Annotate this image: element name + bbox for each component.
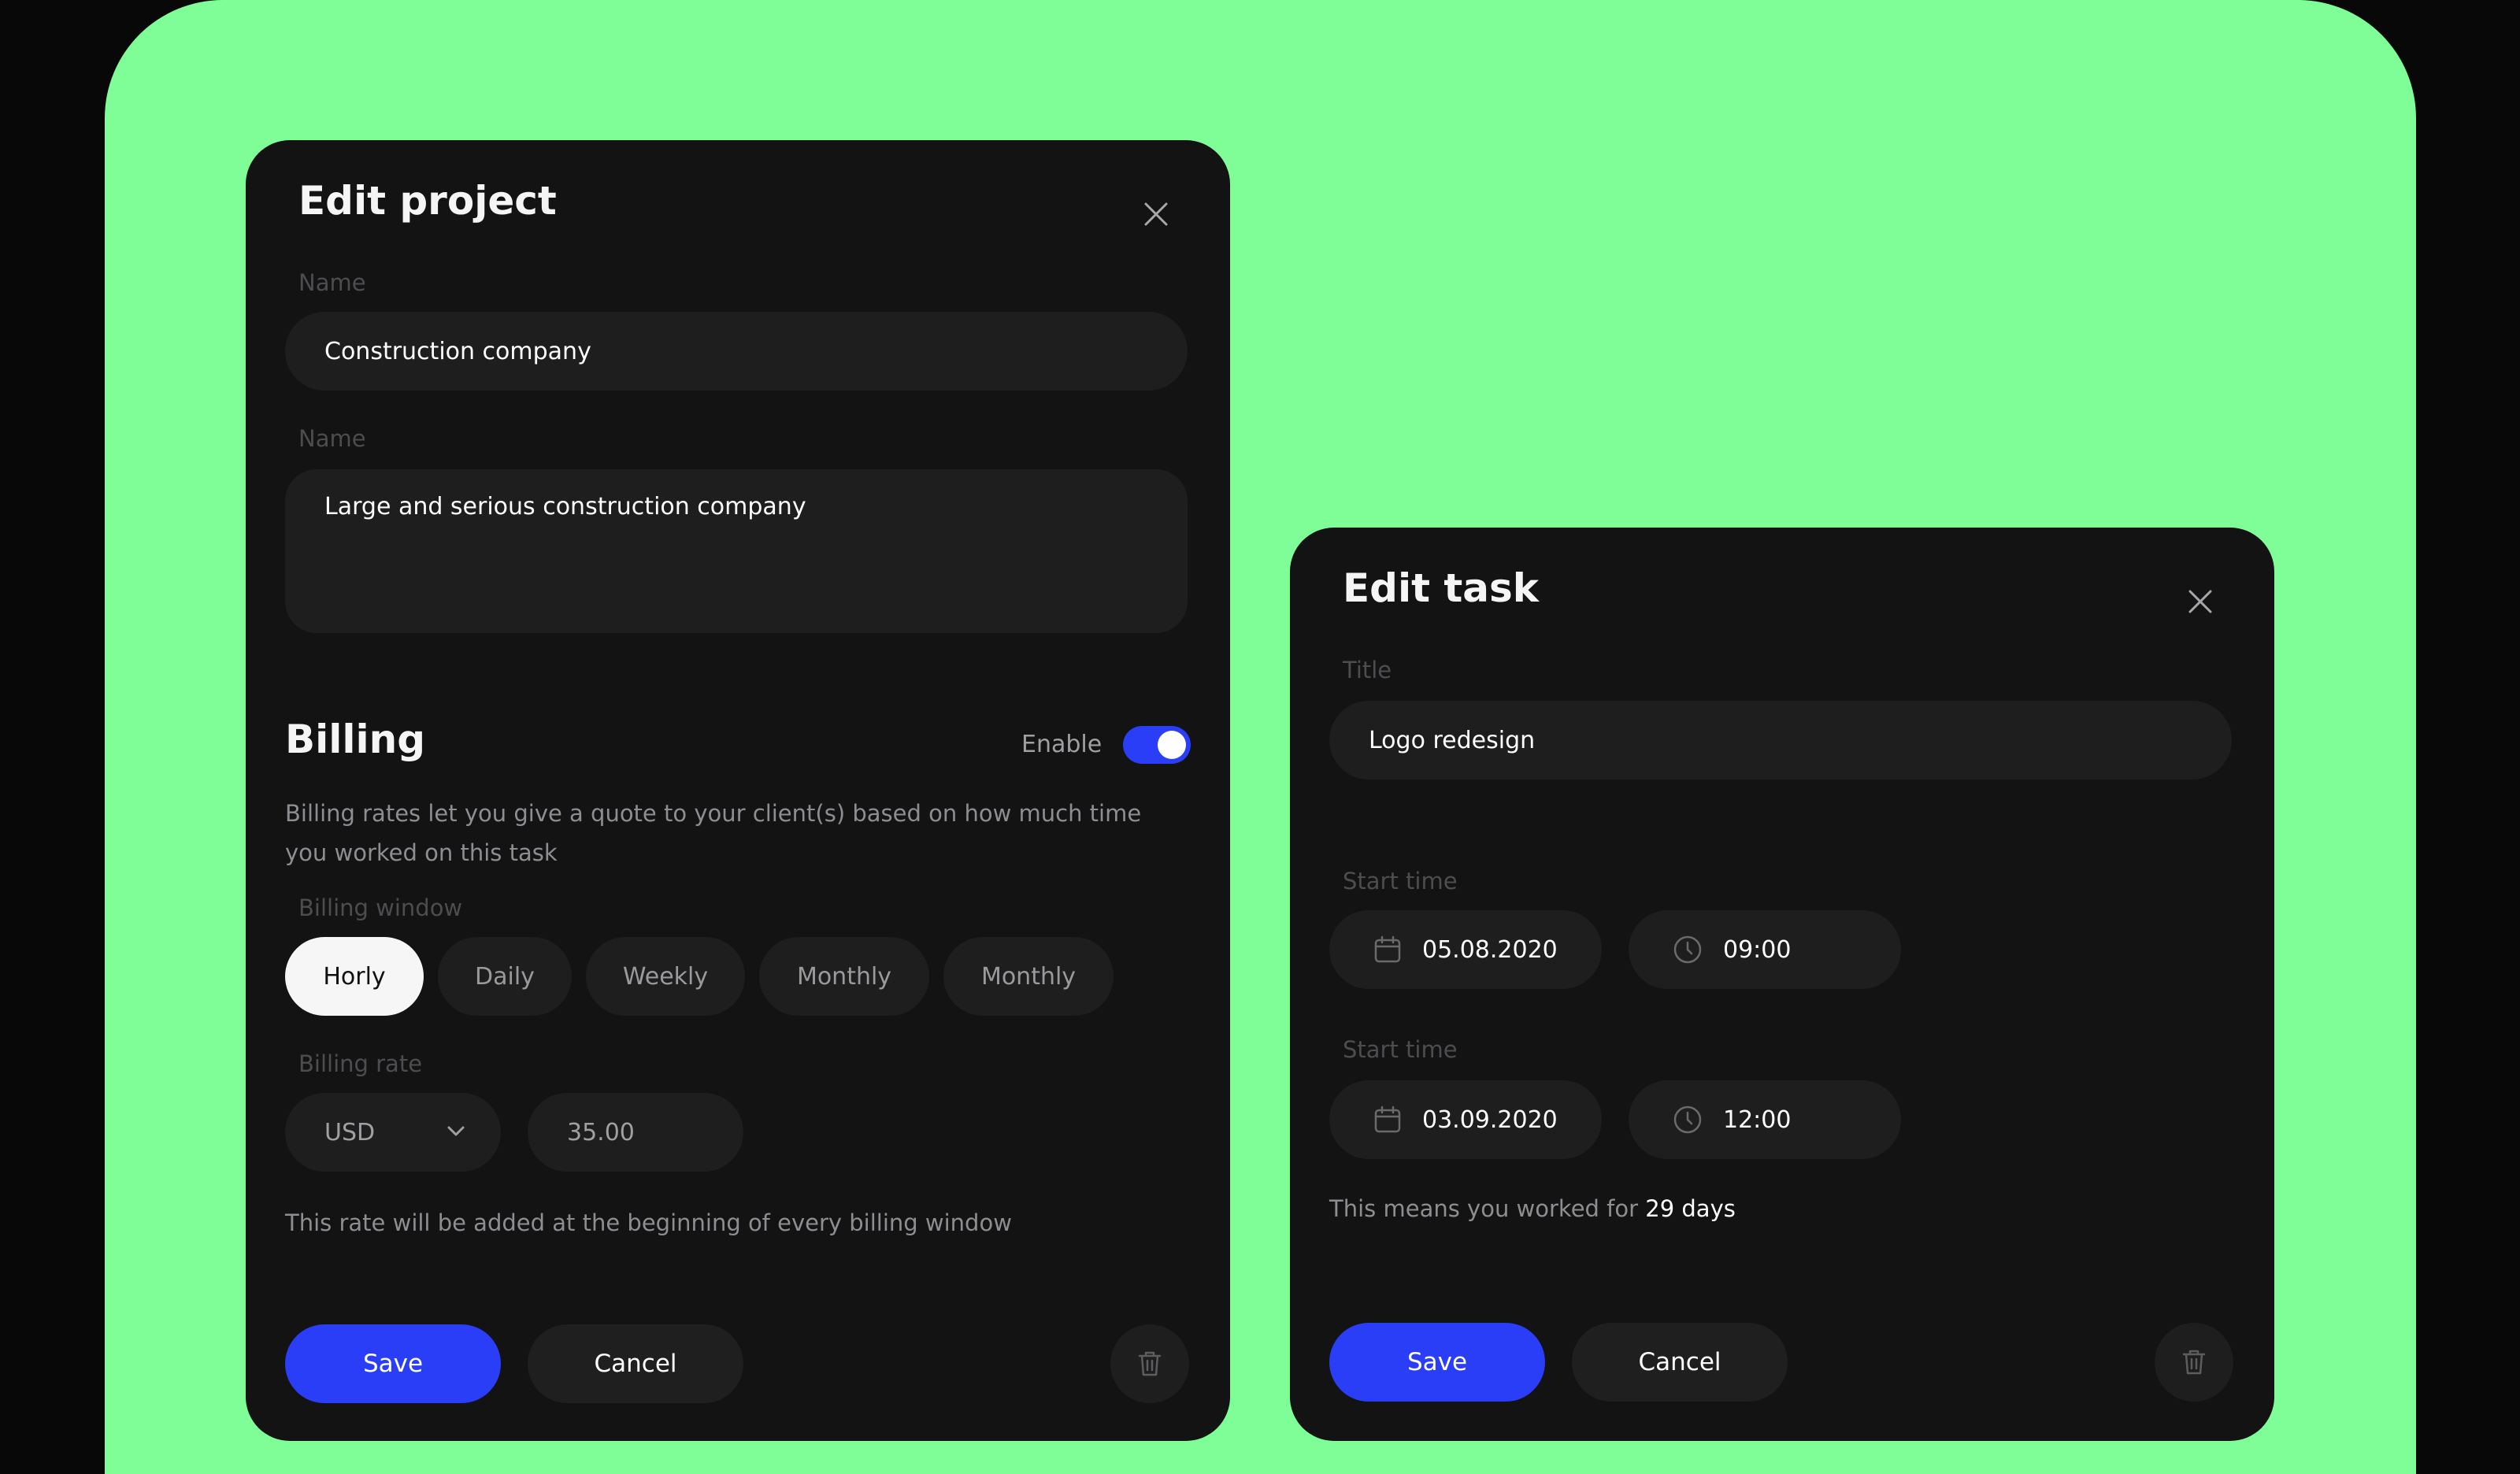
currency-value: USD: [324, 1118, 376, 1146]
toggle-knob: [1158, 731, 1186, 759]
modal-title: Edit project: [298, 178, 557, 224]
currency-select[interactable]: USD: [285, 1093, 501, 1172]
window-option-weekly[interactable]: Weekly: [586, 937, 745, 1016]
billing-rate-label: Billing rate: [298, 1050, 423, 1077]
end-date-value: 03.09.2020: [1422, 1106, 1558, 1134]
title-input-value: Logo redesign: [1369, 726, 1536, 754]
name-input-value: Construction company: [324, 337, 591, 365]
duration-prefix: This means you worked for: [1329, 1195, 1646, 1222]
delete-button[interactable]: [2155, 1323, 2233, 1402]
start-date-field[interactable]: 05.08.2020: [1329, 910, 1602, 989]
window-option-monthly[interactable]: Monthly: [759, 937, 929, 1016]
description-value: Large and serious construction company: [324, 493, 806, 520]
modal-title: Edit task: [1343, 565, 1540, 611]
cancel-button[interactable]: Cancel: [528, 1324, 743, 1403]
title-label: Title: [1343, 657, 1392, 683]
calendar-icon: [1374, 1106, 1401, 1133]
end-time-field[interactable]: 12:00: [1629, 1080, 1901, 1159]
chevron-down-icon: [447, 1126, 465, 1136]
end-time-label: Start time: [1343, 1036, 1458, 1063]
save-button[interactable]: Save: [1329, 1323, 1545, 1402]
delete-button[interactable]: [1110, 1324, 1189, 1403]
window-option-monthly-2[interactable]: Monthly: [943, 937, 1114, 1016]
cancel-button[interactable]: Cancel: [1572, 1323, 1788, 1402]
title-input[interactable]: Logo redesign: [1329, 701, 2232, 780]
name-input[interactable]: Construction company: [285, 312, 1188, 391]
end-date-field[interactable]: 03.09.2020: [1329, 1080, 1602, 1159]
description-textarea[interactable]: Large and serious construction company: [285, 469, 1188, 633]
billing-window-label: Billing window: [298, 894, 463, 921]
start-time-field[interactable]: 09:00: [1629, 910, 1901, 989]
close-icon: [1144, 202, 1168, 226]
trash-icon: [2182, 1350, 2206, 1375]
edit-project-modal: Edit project Name Construction company N…: [246, 140, 1230, 1441]
rate-value: 35.00: [567, 1118, 635, 1146]
billing-title: Billing: [285, 717, 426, 762]
billing-note: This rate will be added at the beginning…: [285, 1209, 1012, 1236]
description-label: Name: [298, 425, 366, 452]
window-option-hourly[interactable]: Horly: [285, 937, 424, 1016]
trash-icon: [1138, 1351, 1162, 1376]
edit-task-modal: Edit task Title Logo redesign Start time…: [1290, 528, 2274, 1441]
duration-value: 29 days: [1645, 1195, 1736, 1222]
end-time-value: 12:00: [1723, 1106, 1792, 1134]
rate-input[interactable]: 35.00: [528, 1093, 743, 1172]
start-time-value: 09:00: [1723, 935, 1792, 964]
billing-description: Billing rates let you give a quote to yo…: [285, 800, 1142, 866]
close-icon: [2188, 590, 2212, 613]
save-button[interactable]: Save: [285, 1324, 501, 1403]
clock-icon: [1673, 1106, 1702, 1134]
close-button[interactable]: [1137, 195, 1175, 233]
enable-label: Enable: [1021, 731, 1102, 758]
billing-enable-toggle[interactable]: [1123, 726, 1191, 764]
start-time-label: Start time: [1343, 868, 1458, 894]
calendar-icon: [1374, 935, 1401, 963]
window-option-daily[interactable]: Daily: [438, 937, 572, 1016]
start-date-value: 05.08.2020: [1422, 935, 1558, 964]
duration-summary: This means you worked for 29 days: [1329, 1189, 1736, 1228]
close-button[interactable]: [2181, 583, 2219, 620]
clock-icon: [1673, 935, 1702, 964]
name-label: Name: [298, 269, 366, 296]
